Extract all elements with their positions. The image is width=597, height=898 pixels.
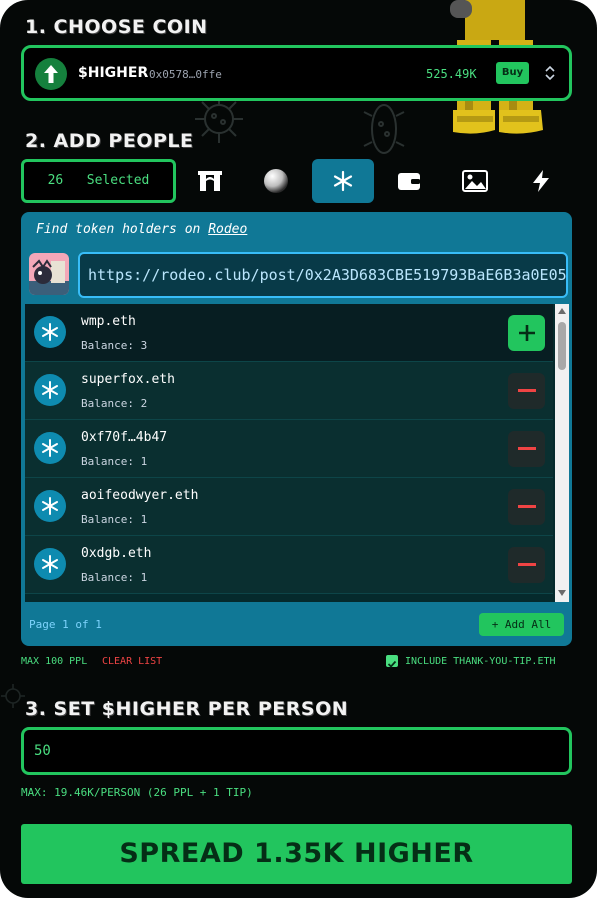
add-holder-button[interactable] [508,315,545,351]
rodeo-link[interactable]: Rodeo [208,222,247,237]
tab-rodeo-source[interactable] [312,159,374,203]
scrollbar-thumb[interactable] [558,322,566,370]
asterisk-icon [34,316,66,348]
list-item: 0xf70f…4b47 Balance: 1 [25,420,553,478]
holder-name: 0xf70f…4b47 [81,430,168,445]
tab-orb-source[interactable] [245,159,307,203]
gate-icon [198,171,222,191]
list-item: 0xdgb.eth Balance: 1 [25,536,553,594]
include-tip-checkbox[interactable] [386,655,398,668]
section-heading-set-amount: 3. SET $HIGHER PER PERSON [25,698,349,720]
minus-icon [517,563,536,566]
section-heading-add-people: 2. ADD PEOPLE [25,130,194,152]
rodeo-holders-panel: Find token holders on Rodeo https://rode… [21,212,572,646]
coin-address: 0x0578…0ffe [149,68,222,81]
minus-icon [517,389,536,392]
tab-lightning-source[interactable] [510,159,572,203]
scroll-up-icon[interactable] [558,308,566,314]
tab-image-source[interactable] [444,159,506,203]
remove-holder-button[interactable] [508,431,545,467]
avatar [29,253,69,295]
section-heading-choose-coin: 1. CHOOSE COIN [25,16,208,38]
list-item: aoifeodwyer.eth Balance: 1 [25,478,553,536]
app-window: 1. CHOOSE COIN $HIGHER 0x0578…0ffe 525.4… [0,0,597,898]
max-people-label: MAX 100 PPL [21,656,88,667]
list-item: wmp.eth Balance: 3 [25,304,553,362]
tab-gate-source[interactable] [179,159,241,203]
tab-wallet-source[interactable] [378,159,440,203]
plus-icon [518,325,535,341]
selected-count: 26 [47,173,64,188]
holder-balance: Balance: 3 [81,339,148,352]
page-indicator: Page 1 of 1 [29,618,102,631]
orb-icon [264,169,288,193]
include-tip-label[interactable]: INCLUDE THANK-YOU-TIP.ETH [405,656,556,667]
holder-balance: Balance: 1 [81,513,148,526]
list-item: superfox.eth Balance: 2 [25,362,553,420]
virus-decoration-icon [1,684,25,708]
arrow-up-icon [35,58,67,90]
image-icon [462,170,488,192]
holder-name: wmp.eth [81,314,136,329]
coin-name: $HIGHER [78,65,149,81]
lightning-icon [533,170,549,192]
find-holders-prefix: Find token holders on [36,222,201,237]
remove-holder-button[interactable] [508,373,545,409]
holders-list[interactable]: wmp.eth Balance: 3 superfox.eth Balance:… [25,304,569,602]
coin-market-cap: 525.49K [426,67,477,81]
find-holders-text: Find token holders on Rodeo [36,222,247,237]
selected-label: Selected [86,173,150,188]
rodeo-url-input[interactable]: https://rodeo.club/post/0x2A3D683CBE5197… [78,252,568,298]
clear-list-link[interactable]: CLEAR LIST [102,656,162,667]
selected-count-box: 26 Selected [21,159,176,203]
holder-balance: Balance: 1 [81,571,148,584]
remove-holder-button[interactable] [508,547,545,583]
list-scrollbar[interactable] [555,304,569,602]
holder-balance: Balance: 1 [81,455,148,468]
holder-name: 0xdgb.eth [81,546,152,561]
wallet-icon [398,173,420,190]
holder-name: aoifeodwyer.eth [81,488,199,503]
bacteria-decoration-icon [363,104,405,154]
holder-balance: Balance: 2 [81,397,148,410]
asterisk-icon [34,374,66,406]
asterisk-icon [34,432,66,464]
asterisk-icon [34,548,66,580]
add-all-button[interactable]: + Add All [479,613,564,636]
scroll-down-icon[interactable] [558,590,566,596]
max-per-person-note: MAX: 19.46K/PERSON (26 PPL + 1 TIP) [21,786,253,799]
remove-holder-button[interactable] [508,489,545,525]
minus-icon [517,505,536,508]
spread-button[interactable]: SPREAD 1.35K HIGHER [21,824,572,884]
holder-name: superfox.eth [81,372,175,387]
buy-button[interactable]: Buy [496,62,529,84]
asterisk-icon [333,170,353,192]
coin-selector[interactable]: $HIGHER 0x0578…0ffe 525.49K Buy [21,45,572,101]
chevron-up-down-icon[interactable] [544,64,556,82]
asterisk-icon [34,490,66,522]
minus-icon [517,447,536,450]
check-icon [387,660,397,668]
amount-per-person-input[interactable]: 50 [21,727,572,775]
